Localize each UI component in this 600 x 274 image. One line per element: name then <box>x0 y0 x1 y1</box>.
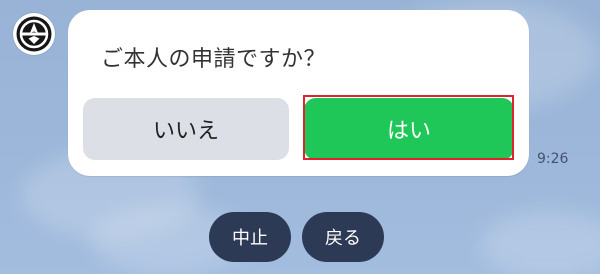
message-timestamp: 9:26 <box>537 151 569 167</box>
cancel-button-label: 中止 <box>232 228 268 249</box>
chat-message-bubble: ご本人の申請ですか？ いいえ はい <box>68 10 529 176</box>
no-button[interactable]: いいえ <box>83 98 289 160</box>
yes-button[interactable]: はい <box>304 98 514 160</box>
avatar <box>13 13 55 55</box>
back-button[interactable]: 戻る <box>302 212 384 262</box>
emblem-icon <box>14 14 54 54</box>
cancel-button[interactable]: 中止 <box>209 212 291 262</box>
question-text: ご本人の申請ですか？ <box>101 47 327 72</box>
no-button-label: いいえ <box>152 119 219 144</box>
back-button-label: 戻る <box>325 228 361 249</box>
yes-button-label: はい <box>386 119 431 144</box>
cloud-shape <box>480 210 600 274</box>
